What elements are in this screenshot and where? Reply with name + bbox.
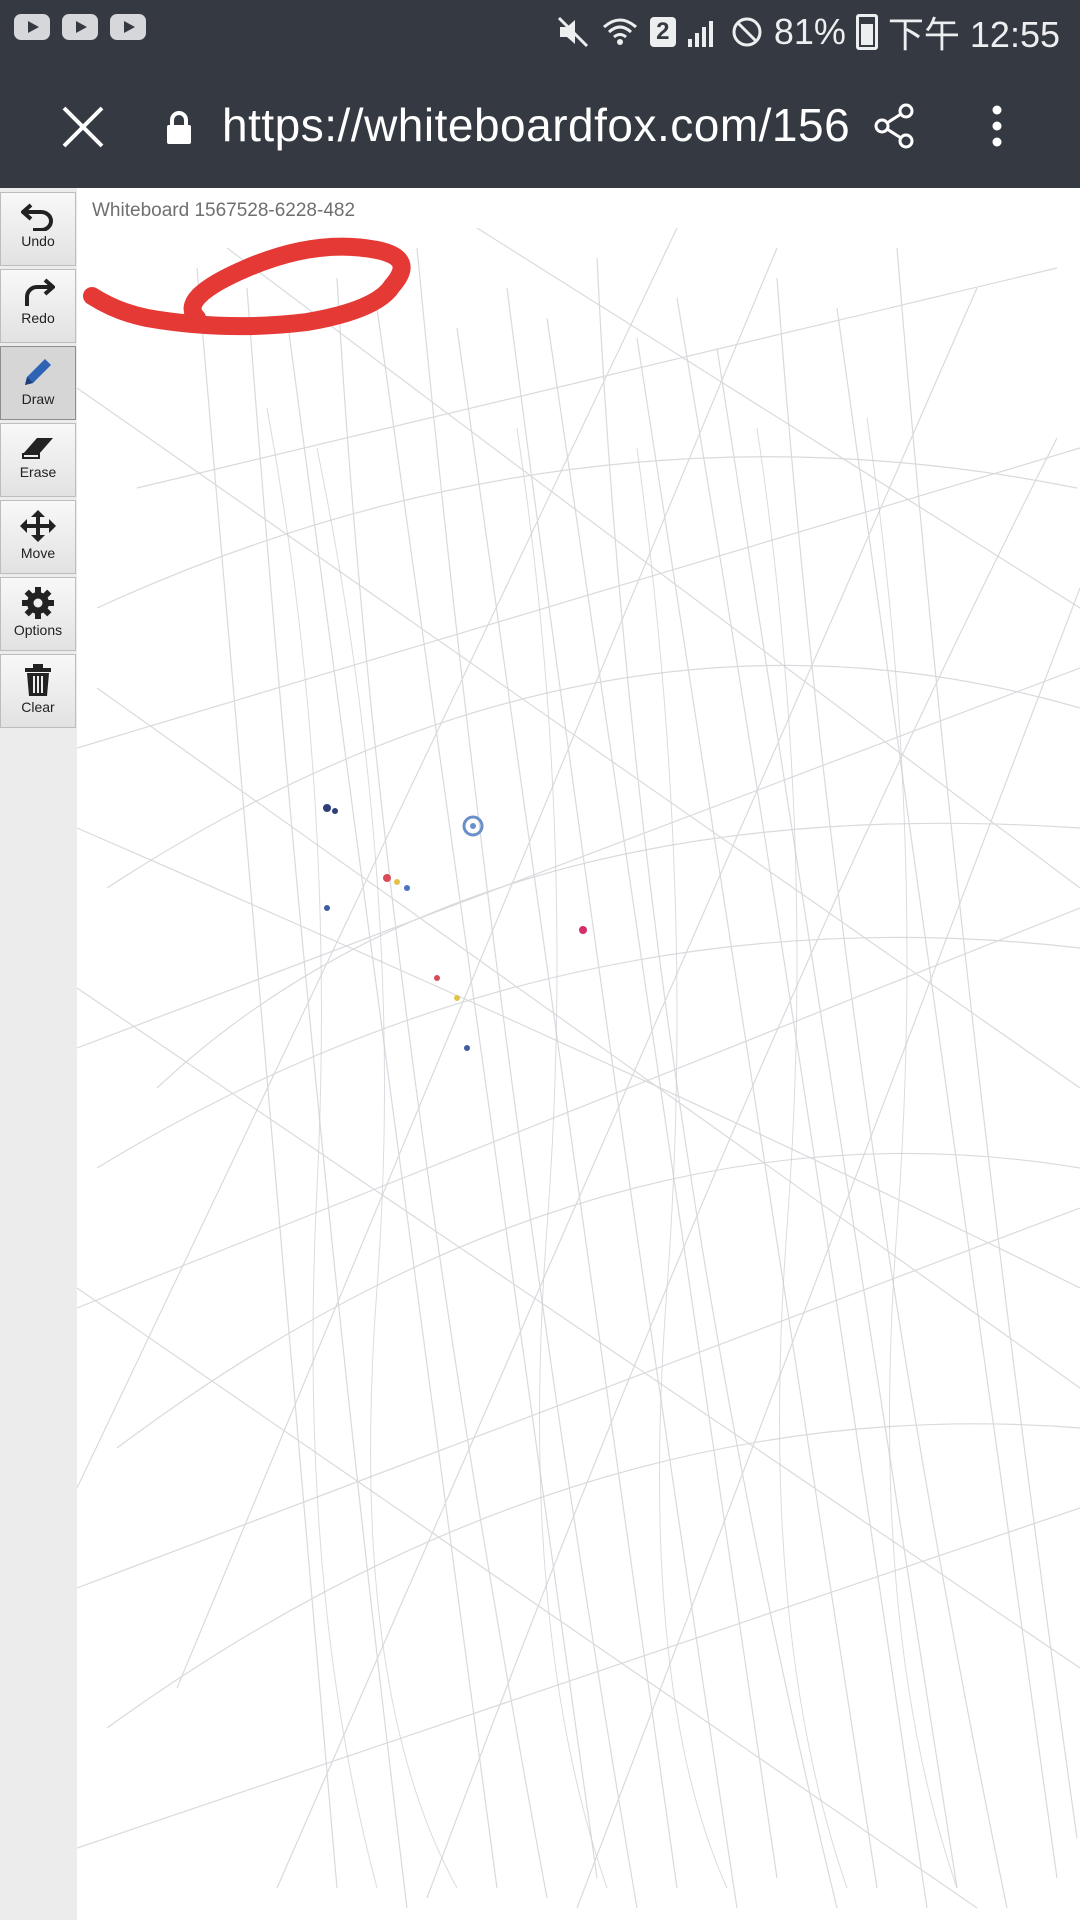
eraser-icon [22, 438, 53, 459]
battery-icon [855, 14, 878, 50]
undo-icon [21, 203, 53, 231]
status-bar: 2 81% 下午 12:55 [0, 0, 1080, 64]
pencil-icon [25, 359, 51, 385]
redo-button[interactable]: Redo [0, 269, 76, 343]
colored-marks [323, 804, 587, 1051]
url-field[interactable]: https://whiteboardfox.com/15675... [222, 97, 852, 153]
gear-icon [22, 587, 54, 619]
trash-icon [25, 664, 51, 696]
do-not-disturb-icon [732, 17, 762, 47]
move-icon [20, 510, 56, 542]
erase-label: Erase [19, 464, 57, 480]
close-icon[interactable] [58, 102, 108, 152]
youtube-icon [14, 14, 50, 40]
clear-label: Clear [21, 699, 55, 715]
redo-icon [25, 278, 55, 306]
more-options-icon[interactable] [985, 102, 1009, 150]
signal-icon [687, 21, 713, 47]
redo-label: Redo [21, 310, 55, 326]
red-annotation [83, 237, 411, 336]
browser-toolbar: https://whiteboardfox.com/15675... [0, 64, 1080, 188]
mute-icon [557, 16, 588, 48]
notification-icons [14, 14, 146, 40]
erase-button[interactable]: Erase [0, 423, 76, 497]
whiteboard-title: Whiteboard 1567528-6228-482 [92, 200, 356, 221]
lock-icon [167, 111, 191, 144]
move-label: Move [20, 545, 56, 561]
battery-percent: 81% [773, 11, 846, 52]
options-label: Options [13, 622, 63, 638]
sim-badge: 2 [649, 17, 676, 47]
wifi-icon [602, 18, 637, 45]
clock: 下午 12:55 [887, 14, 1060, 55]
status-indicators: 2 81% 下午 12:55 [556, 10, 1060, 55]
undo-button[interactable]: Undo [0, 192, 76, 266]
options-button[interactable]: Options [0, 577, 76, 651]
youtube-icon [110, 14, 146, 40]
move-button[interactable]: Move [0, 500, 76, 574]
whiteboard-canvas[interactable] [77, 188, 1080, 1920]
clear-button[interactable]: Clear [0, 654, 76, 728]
share-icon[interactable] [872, 102, 916, 150]
youtube-icon [62, 14, 98, 40]
canvas-scribbles [77, 227, 1080, 1909]
undo-label: Undo [21, 233, 55, 249]
whiteboard-toolbar: Undo Redo Draw Erase Move Options Clear [0, 188, 77, 1920]
draw-label: Draw [21, 391, 55, 407]
draw-button[interactable]: Draw [0, 346, 76, 420]
